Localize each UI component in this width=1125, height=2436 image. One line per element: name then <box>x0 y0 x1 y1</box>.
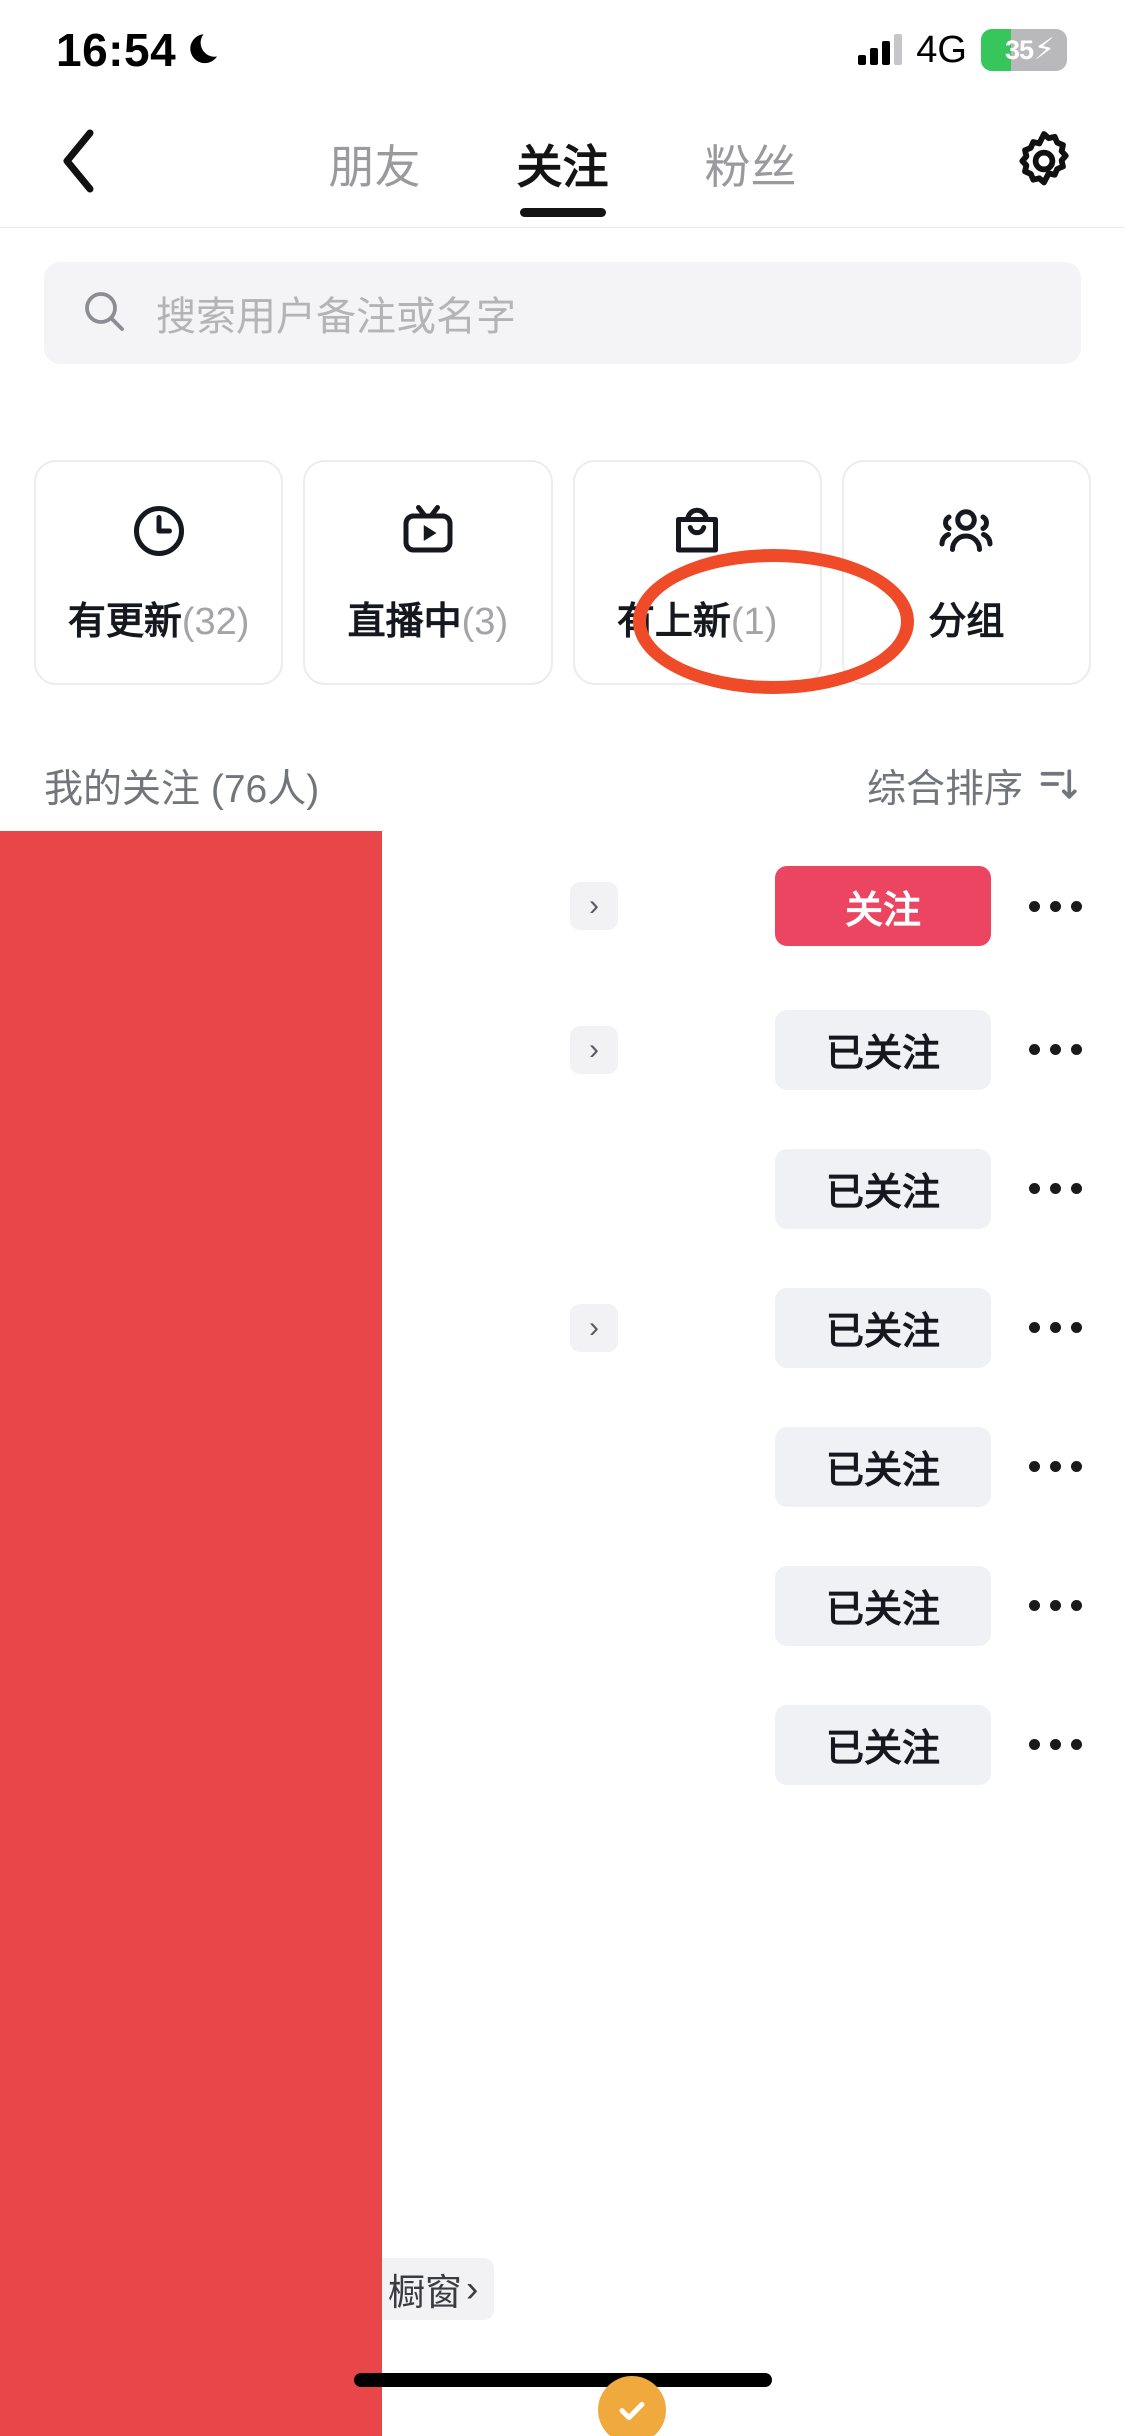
filter-chip-new-items[interactable]: 有上新(1) <box>572 460 822 685</box>
status-bar-right: 4G 35 ⚡ <box>858 29 1067 72</box>
following-button[interactable]: 已关注 <box>775 1426 991 1507</box>
shopping-bag-icon <box>667 501 727 566</box>
chevron-right-icon[interactable]: › <box>570 1303 618 1352</box>
search-input[interactable]: 搜索用户备注或名字 <box>44 262 1081 364</box>
check-circle-icon <box>598 2376 666 2436</box>
redaction-overlay <box>0 831 382 2436</box>
status-bar-left: 16:54 <box>56 23 226 77</box>
more-dots-icon[interactable] <box>1025 1739 1085 1750</box>
search-icon <box>80 287 128 340</box>
battery-indicator: 35 ⚡ <box>981 29 1067 71</box>
more-dots-icon[interactable] <box>1025 1044 1085 1055</box>
chevron-right-icon[interactable]: › <box>570 1025 618 1074</box>
clock-icon <box>129 501 189 566</box>
search-section: 搜索用户备注或名字 <box>0 262 1125 364</box>
following-button[interactable]: 已关注 <box>775 1148 991 1229</box>
chevron-right-icon: › <box>466 2268 479 2309</box>
tab-fans[interactable]: 粉丝 <box>693 100 809 227</box>
filter-chip-groups-label: 分组 <box>928 600 1005 643</box>
shop-window-label: 橱窗 <box>388 2272 462 2313</box>
page-title: 我的关注 (76人) <box>44 768 320 811</box>
live-tv-icon <box>398 501 458 566</box>
filter-chips: 有更新(32) 直播中(3) 有上新(1) 分组 <box>0 460 1125 685</box>
sort-button[interactable]: 综合排序 <box>867 758 1081 814</box>
status-time: 16:54 <box>56 24 177 76</box>
section-header: 我的关注 (76人) 综合排序 <box>0 740 1125 832</box>
tab-friends[interactable]: 朋友 <box>317 100 433 227</box>
filter-chip-live-label: 直播中(3) <box>347 600 509 643</box>
more-dots-icon[interactable] <box>1025 900 1085 912</box>
tab-following[interactable]: 关注 <box>505 100 621 227</box>
more-dots-icon[interactable] <box>1025 1461 1085 1472</box>
more-dots-icon[interactable] <box>1025 1600 1085 1611</box>
chevron-right-icon[interactable]: › <box>570 882 618 930</box>
network-type-label: 4G <box>916 28 967 71</box>
filter-chip-new-items-label: 有上新(1) <box>616 600 778 643</box>
status-bar: 16:54 4G 35 ⚡ <box>0 0 1125 100</box>
filter-chip-live[interactable]: 直播中(3) <box>303 460 553 685</box>
following-button[interactable]: 已关注 <box>775 1565 991 1646</box>
home-indicator <box>353 2373 772 2387</box>
nav-bar: 朋友 关注 粉丝 <box>0 100 1125 228</box>
more-dots-icon[interactable] <box>1025 1322 1085 1333</box>
following-button[interactable]: 已关注 <box>775 1009 991 1090</box>
nav-tabs: 朋友 关注 粉丝 <box>0 100 1125 227</box>
group-people-icon <box>936 501 996 566</box>
crescent-moon-icon <box>190 30 226 71</box>
sort-label: 综合排序 <box>866 768 1023 811</box>
filter-chip-updates[interactable]: 有更新(32) <box>34 460 284 685</box>
filter-chip-updates-label: 有更新(32) <box>67 600 250 643</box>
shop-window-tag[interactable]: 橱窗 › <box>372 2258 495 2320</box>
following-button[interactable]: 已关注 <box>775 1704 991 1785</box>
following-button[interactable]: 已关注 <box>775 1287 991 1368</box>
search-placeholder: 搜索用户备注或名字 <box>156 295 516 339</box>
filter-chip-groups[interactable]: 分组 <box>841 460 1091 685</box>
sort-filter-icon <box>1037 762 1081 811</box>
gear-icon <box>1011 128 1077 199</box>
lightning-bolt-icon: ⚡ <box>1033 33 1055 66</box>
follow-button[interactable]: 关注 <box>775 866 991 946</box>
more-dots-icon[interactable] <box>1025 1183 1085 1194</box>
phone-screen: 16:54 4G 35 ⚡ 朋友 关注 粉丝 搜索用户备注或名字 有更新(32)… <box>0 0 1125 2436</box>
signal-bars-icon <box>858 34 903 65</box>
settings-button[interactable] <box>1007 127 1081 201</box>
